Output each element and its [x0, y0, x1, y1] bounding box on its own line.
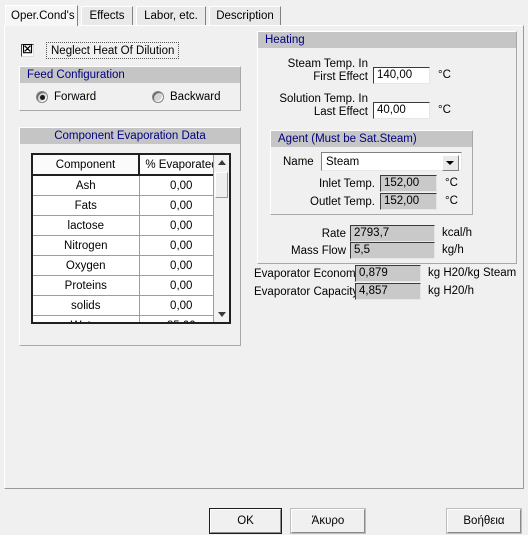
inlet-temp-value: 152,00	[380, 175, 437, 192]
agent-title: Agent (Must be Sat.Steam)	[271, 131, 472, 147]
cell-component[interactable]: Proteins	[33, 275, 140, 296]
evaporator-economy-value: 0,879	[355, 265, 421, 282]
table-row[interactable]: Fats 0,00	[33, 195, 223, 216]
tab-bar: Oper.Cond's Effects Labor, etc. Descript…	[5, 5, 523, 26]
evaporator-economy-unit: kg H20/kg Steam	[428, 267, 517, 279]
component-evaporation-grid[interactable]: Component % Evaporated Ash 0,00 Fats 0,0…	[31, 153, 231, 324]
cell-evaporated[interactable]: 0,00	[139, 215, 223, 236]
heating-group: Heating Steam Temp. In First Effect 140,…	[257, 31, 517, 264]
component-evaporation-group: Component Evaporation Data Component % E…	[19, 127, 241, 346]
mass-flow-unit: kg/h	[442, 244, 464, 256]
solution-temp-label-line1: Solution Temp. In	[279, 93, 368, 105]
radio-forward[interactable]	[36, 91, 48, 103]
grid-col-component[interactable]: Component	[33, 155, 140, 176]
feed-configuration-title: Feed Configuration	[20, 67, 240, 83]
cell-component[interactable]: Ash	[33, 175, 140, 196]
radio-forward-dot	[39, 94, 45, 100]
solution-temp-unit: °C	[438, 104, 451, 116]
cell-component[interactable]: Fats	[33, 195, 140, 216]
cell-component[interactable]: lactose	[33, 215, 140, 236]
steam-temp-input[interactable]: 140,00	[373, 67, 430, 84]
neglect-heat-of-dilution-label[interactable]: Neglect Heat Of Dilution	[46, 42, 180, 59]
mass-flow-label: Mass Flow	[291, 245, 346, 257]
rate-unit: kcal/h	[442, 227, 473, 239]
heating-title: Heating	[258, 32, 516, 48]
component-evaporation-title: Component Evaporation Data	[20, 128, 240, 144]
agent-name-dropdown-button[interactable]	[442, 155, 459, 171]
outlet-temp-value: 152,00	[380, 193, 437, 210]
rate-label: Rate	[321, 228, 346, 240]
agent-name-value: Steam	[326, 156, 360, 168]
inlet-temp-label: Inlet Temp.	[318, 178, 375, 190]
steam-temp-label-line2: First Effect	[313, 71, 368, 83]
radio-forward-label[interactable]: Forward	[54, 91, 96, 103]
feed-configuration-group: Feed Configuration Forward Backward	[19, 66, 241, 111]
table-row[interactable]: Nitrogen 0,00	[33, 235, 223, 256]
scrollbar-thumb[interactable]	[215, 172, 228, 198]
cell-evaporated[interactable]: 0,00	[139, 195, 223, 216]
cell-component[interactable]: Oxygen	[33, 255, 140, 276]
cell-evaporated[interactable]: 0,00	[139, 255, 223, 276]
ok-button[interactable]: OK	[209, 508, 282, 534]
chevron-down-icon	[446, 161, 454, 165]
scroll-up-button[interactable]	[214, 155, 229, 170]
agent-name-select[interactable]: Steam	[321, 152, 462, 171]
table-row[interactable]: Proteins 0,00	[33, 275, 223, 296]
grid-vertical-scrollbar[interactable]	[213, 155, 229, 322]
cell-evaporated[interactable]: 0,00	[139, 235, 223, 256]
mass-flow-value: 5,5	[350, 242, 435, 259]
table-row[interactable]: Water 85,00	[33, 315, 223, 322]
cell-evaporated[interactable]: 0,00	[139, 175, 223, 196]
chevron-up-icon	[218, 160, 226, 165]
grid-header-row: Component % Evaporated	[33, 155, 223, 176]
agent-group: Agent (Must be Sat.Steam) Name Steam Inl…	[270, 130, 473, 215]
outlet-temp-label: Outlet Temp.	[310, 196, 375, 208]
tab-labor-etc[interactable]: Labor, etc.	[136, 6, 206, 25]
neglect-heat-of-dilution-checkbox[interactable]: ☒	[21, 42, 34, 57]
solution-temp-input[interactable]: 40,00	[373, 102, 430, 119]
evaporator-capacity-unit: kg H20/h	[428, 285, 475, 297]
cell-component[interactable]: solids	[33, 295, 140, 316]
checkbox-check-icon: ☒	[22, 42, 33, 56]
scroll-down-button[interactable]	[214, 307, 229, 322]
cell-component[interactable]: Water	[33, 315, 140, 322]
outlet-temp-unit: °C	[445, 195, 458, 207]
cell-evaporated[interactable]: 85,00	[139, 315, 223, 322]
chevron-down-icon	[218, 312, 226, 317]
tab-oper-conds[interactable]: Oper.Cond's	[5, 5, 78, 26]
grid-table: Component % Evaporated Ash 0,00 Fats 0,0…	[33, 155, 223, 322]
radio-backward-label[interactable]: Backward	[170, 91, 221, 103]
tab-effects[interactable]: Effects	[81, 6, 133, 25]
inlet-temp-unit: °C	[445, 177, 458, 189]
radio-backward[interactable]	[152, 91, 164, 103]
agent-name-label: Name	[283, 156, 314, 168]
evaporator-economy-label: Evaporator Economy	[254, 268, 362, 280]
table-row[interactable]: Ash 0,00	[33, 175, 223, 196]
evaporator-capacity-value: 4,857	[355, 283, 421, 300]
table-row[interactable]: solids 0,00	[33, 295, 223, 316]
rate-value: 2793,7	[350, 225, 435, 242]
cancel-button[interactable]: Άκυρο	[290, 508, 366, 534]
grid-col-evaporated[interactable]: % Evaporated	[139, 155, 223, 176]
steam-temp-unit: °C	[438, 69, 451, 81]
table-row[interactable]: Oxygen 0,00	[33, 255, 223, 276]
solution-temp-label-line2: Last Effect	[313, 106, 368, 118]
help-button[interactable]: Βοήθεια	[446, 508, 522, 534]
cell-evaporated[interactable]: 0,00	[139, 295, 223, 316]
evaporator-capacity-label: Evaporator Capacity	[254, 286, 359, 298]
tab-panel-oper-conds: ☒ Neglect Heat Of Dilution Feed Configur…	[4, 25, 524, 489]
cell-evaporated[interactable]: 0,00	[139, 275, 223, 296]
steam-temp-label-line1: Steam Temp. In	[287, 58, 368, 70]
tab-description[interactable]: Description	[209, 6, 281, 25]
cell-component[interactable]: Nitrogen	[33, 235, 140, 256]
table-row[interactable]: lactose 0,00	[33, 215, 223, 236]
